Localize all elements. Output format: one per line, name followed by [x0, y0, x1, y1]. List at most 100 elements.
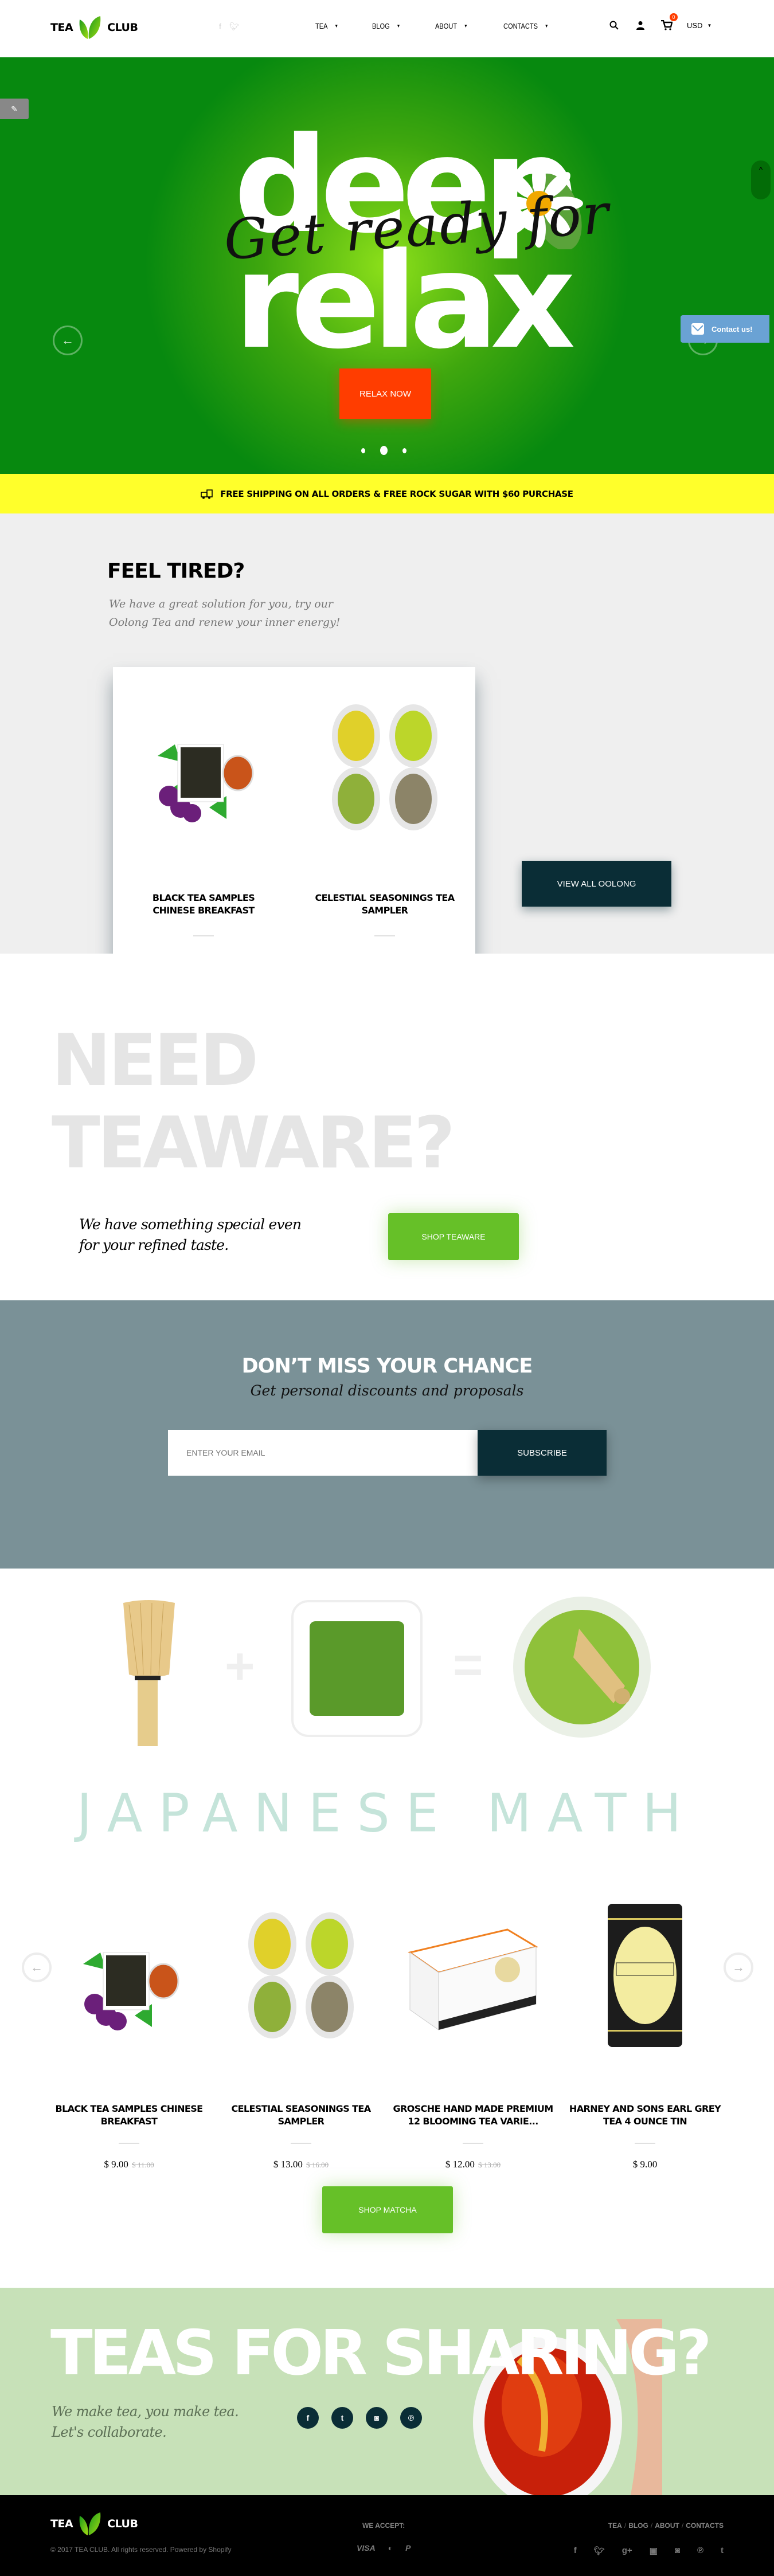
arrow-left-icon: ←: [53, 326, 83, 355]
shipping-banner: FREE SHIPPING ON ALL ORDERS & FREE ROCK …: [0, 474, 774, 513]
cart-icon: [661, 20, 673, 30]
we-accept-label: WE ACCEPT:: [362, 2522, 405, 2530]
newsletter-subtitle: Get personal discounts and proposals: [250, 1382, 524, 1399]
product-title[interactable]: HARNEY AND SONS EARL GREY TEA 4 OUNCE TI…: [559, 2103, 731, 2128]
caret-down-icon: ▼: [544, 23, 549, 29]
product-price: $ 12.00 $ 13.00: [387, 2159, 559, 2170]
sharing-social-icons: f t ◙ ℗: [297, 2407, 422, 2429]
old-price: $ 11.00: [132, 2161, 154, 2169]
product-title[interactable]: GROSCHE HAND MADE PREMIUM 12 BLOOMING TE…: [387, 2103, 559, 2128]
product-card[interactable]: BLACK TEA SAMPLES CHINESE BREAKFAST $ 9.…: [113, 667, 294, 986]
search-icon: [609, 21, 619, 30]
facebook-icon[interactable]: f: [297, 2407, 319, 2429]
footer-logo[interactable]: TEA CLUB: [50, 2511, 138, 2536]
cart-count-badge: 0: [670, 13, 678, 21]
blooming-tea-box-image[interactable]: [398, 1901, 548, 2050]
nav-item-contacts[interactable]: CONTACTS ▼: [503, 22, 549, 30]
product-card[interactable]: HARNEY AND SONS EARL GREY TEA 4 OUNCE TI…: [559, 1878, 731, 2170]
current-price: $ 9.00: [104, 2159, 128, 2170]
footer-links: TEA / BLOG / ABOUT / CONTACTS: [608, 2522, 724, 2530]
product-title[interactable]: CELESTIAL SEASONINGS TEA SAMPLER: [294, 892, 475, 917]
old-price: $ 13.00: [478, 2161, 501, 2169]
nav-item-tea[interactable]: TEA ▼: [315, 22, 338, 30]
product-card[interactable]: GROSCHE HAND MADE PREMIUM 12 BLOOMING TE…: [387, 1878, 559, 2170]
product-title[interactable]: BLACK TEA SAMPLES CHINESE BREAKFAST: [113, 892, 294, 917]
pinterest-icon[interactable]: ℗: [697, 2546, 703, 2556]
contact-us-button[interactable]: Contact us!: [681, 315, 769, 343]
nav-item-about[interactable]: ABOUT ▼: [435, 22, 468, 30]
currency-label: USD: [687, 21, 703, 30]
celestial-sampler-image[interactable]: [319, 701, 451, 833]
teaware-section: NEED TEAWARE? We have something special e…: [0, 954, 774, 1300]
google-plus-icon[interactable]: g+: [622, 2546, 632, 2556]
product-card[interactable]: BLACK TEA SAMPLES CHINESE BREAKFAST $ 9.…: [43, 1878, 215, 2170]
twitter-icon[interactable]: t: [331, 2407, 353, 2429]
scroll-to-top-button[interactable]: ^: [751, 160, 771, 199]
divider: [635, 2143, 655, 2144]
product-title[interactable]: BLACK TEA SAMPLES CHINESE BREAKFAST: [43, 2103, 215, 2128]
site-header: TEA CLUB f 🐦︎ TEA ▼ BLOG ▼ ABOUT ▼ CONTACTS…: [0, 0, 774, 57]
hero-prev-button[interactable]: ←: [53, 326, 83, 382]
tumblr-icon[interactable]: t: [721, 2546, 724, 2556]
youtube-icon[interactable]: ▣: [650, 2546, 658, 2556]
truck-icon: [201, 489, 213, 499]
leaf-logo-icon: [79, 2512, 101, 2535]
search-button[interactable]: [608, 19, 620, 32]
product-title[interactable]: CELESTIAL SEASONINGS TEA SAMPLER: [215, 2103, 387, 2128]
current-price: $ 12.00: [445, 2159, 475, 2170]
nav-item-blog[interactable]: BLOG ▼: [372, 22, 400, 30]
view-all-oolong-button[interactable]: VIEW ALL OOLONG: [522, 861, 671, 907]
subscribe-button[interactable]: SUBSCRIBE: [478, 1430, 607, 1476]
email-input[interactable]: [168, 1430, 478, 1476]
pinterest-icon[interactable]: ℗: [400, 2407, 422, 2429]
separator: /: [624, 2522, 627, 2530]
logo-text-right: CLUB: [107, 2518, 138, 2530]
edit-button[interactable]: ✎: [0, 99, 29, 119]
footer-link-contacts[interactable]: CONTACTS: [686, 2522, 724, 2530]
feel-tired-section: FEEL TIRED? We have a great solution for…: [0, 513, 774, 986]
facebook-icon[interactable]: f: [219, 22, 221, 32]
footer-link-blog[interactable]: BLOG: [628, 2522, 648, 2530]
slide-dot-3[interactable]: [402, 448, 406, 453]
teaware-title: NEED TEAWARE?: [52, 1020, 455, 1185]
logo[interactable]: TEA CLUB: [50, 15, 138, 40]
instagram-icon[interactable]: ◙: [366, 2407, 388, 2429]
nav-label: TEA: [315, 22, 328, 30]
mastercard-icon: ◐: [388, 2543, 393, 2553]
twitter-icon[interactable]: 🐦︎: [594, 2546, 605, 2556]
black-tea-image[interactable]: [138, 701, 269, 833]
product-image: [332, 704, 437, 830]
sharing-section: TEAS FOR SHARING? We make tea, you make …: [0, 2288, 774, 2495]
cart-button[interactable]: 0: [660, 13, 678, 32]
twitter-icon[interactable]: 🐦︎: [229, 22, 240, 32]
footer-link-tea[interactable]: TEA: [608, 2522, 622, 2530]
celestial-sampler-image[interactable]: [226, 1901, 376, 2050]
product-card[interactable]: CELESTIAL SEASONINGS TEA SAMPLER $ 13.00…: [294, 667, 475, 986]
shop-teaware-button[interactable]: SHOP TEAWARE: [388, 1213, 519, 1260]
envelope-icon: [691, 323, 704, 335]
separator: /: [681, 2522, 684, 2530]
divider: [193, 935, 214, 936]
shop-matcha-button[interactable]: SHOP MATCHA: [322, 2186, 453, 2233]
relax-now-button[interactable]: RELAX NOW: [339, 368, 431, 419]
logo-text-right: CLUB: [107, 21, 138, 34]
main-nav: TEA ▼ BLOG ▼ ABOUT ▼ CONTACTS ▼: [315, 22, 586, 30]
facebook-icon[interactable]: f: [574, 2546, 577, 2556]
section-text: We have a great solution for you, try ou…: [109, 598, 341, 629]
slide-dot-1[interactable]: [361, 448, 365, 453]
divider: [119, 2143, 139, 2144]
product-image: [83, 1952, 179, 2030]
product-price: $ 9.00 $ 11.00: [43, 2159, 215, 2170]
black-tea-image[interactable]: [54, 1901, 204, 2050]
product-card[interactable]: CELESTIAL SEASONINGS TEA SAMPLER $ 13.00…: [215, 1878, 387, 2170]
currency-selector[interactable]: USD ▼: [687, 21, 712, 30]
footer-link-about[interactable]: ABOUT: [655, 2522, 679, 2530]
nav-label: BLOG: [372, 22, 390, 30]
site-footer: TEA CLUB © 2017 TEA CLUB. All rights res…: [0, 2495, 774, 2576]
slide-dot-2[interactable]: [380, 446, 388, 455]
account-button[interactable]: [634, 19, 647, 32]
instagram-icon[interactable]: ◙: [675, 2546, 680, 2556]
japanese-math-section: + = JAPANESE MATH ← → BLACK TEA SAMPLES …: [0, 1569, 774, 2288]
earl-grey-tin-image[interactable]: [570, 1901, 720, 2050]
teaware-title-line2: TEAWARE?: [52, 1102, 455, 1185]
